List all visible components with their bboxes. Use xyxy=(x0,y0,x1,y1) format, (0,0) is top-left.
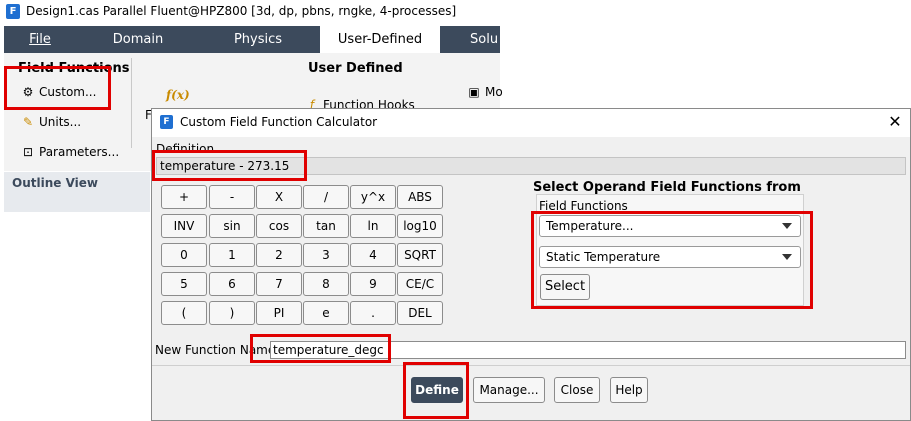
new-function-label: New Function Name xyxy=(155,343,276,357)
key-open-paren[interactable]: ( xyxy=(161,301,207,325)
key-minus[interactable]: - xyxy=(209,185,255,209)
key-power[interactable]: y^x xyxy=(350,185,396,209)
close-button[interactable]: Close xyxy=(554,377,600,403)
tab-user-defined[interactable]: User-Defined xyxy=(320,26,440,53)
tab-physics[interactable]: Physics xyxy=(208,26,308,53)
key-multiply[interactable]: X xyxy=(256,185,302,209)
category-dropdown[interactable]: Temperature... xyxy=(539,215,801,237)
models-icon: ▣ xyxy=(468,85,480,99)
ribbon-tab-bar: File Domain Physics User-Defined Solu xyxy=(4,26,500,53)
tab-solution[interactable]: Solu xyxy=(456,26,500,53)
key-0[interactable]: 0 xyxy=(161,243,207,267)
key-7[interactable]: 7 xyxy=(256,272,302,296)
key-5[interactable]: 5 xyxy=(161,272,207,296)
custom-button[interactable]: ⚙ Custom... xyxy=(20,79,97,105)
key-6[interactable]: 6 xyxy=(209,272,255,296)
parameters-icon: ⊡ xyxy=(22,145,34,159)
key-log10[interactable]: log10 xyxy=(397,214,443,238)
key-clear[interactable]: CE/C xyxy=(397,272,443,296)
field-value: Static Temperature xyxy=(546,250,661,264)
new-function-name-input[interactable]: temperature_degc xyxy=(270,341,906,359)
key-cos[interactable]: cos xyxy=(256,214,302,238)
definition-label: Definition xyxy=(156,142,215,156)
chevron-down-icon xyxy=(782,254,792,260)
key-2[interactable]: 2 xyxy=(256,243,302,267)
key-4[interactable]: 4 xyxy=(350,243,396,267)
key-plus[interactable]: + xyxy=(161,185,207,209)
dialog-separator xyxy=(152,365,910,366)
key-tan[interactable]: tan xyxy=(303,214,349,238)
key-divide[interactable]: / xyxy=(303,185,349,209)
key-pi[interactable]: PI xyxy=(256,301,302,325)
tab-file-label: File xyxy=(29,32,51,47)
define-button[interactable]: Define xyxy=(411,377,463,403)
units-button-label: Units... xyxy=(39,115,82,129)
key-abs[interactable]: ABS xyxy=(397,185,443,209)
chevron-down-icon xyxy=(782,223,792,229)
group-title-field-functions: Field Functions xyxy=(18,61,130,76)
gear-icon: ⚙ xyxy=(22,85,34,99)
ribbon-divider xyxy=(131,58,132,148)
pencil-icon: ✎ xyxy=(22,115,34,129)
fx-icon[interactable]: f(x) xyxy=(166,88,190,102)
key-3[interactable]: 3 xyxy=(303,243,349,267)
models-button-label: Mo xyxy=(485,85,503,99)
dialog-title: Custom Field Function Calculator xyxy=(180,115,378,129)
manage-button[interactable]: Manage... xyxy=(473,377,545,403)
window-title: Design1.cas Parallel Fluent@HPZ800 [3d, … xyxy=(26,4,457,18)
outline-view-title: Outline View xyxy=(12,176,98,190)
units-button[interactable]: ✎ Units... xyxy=(20,109,81,135)
field-functions-label: Field Functions xyxy=(539,199,628,213)
key-e[interactable]: e xyxy=(303,301,349,325)
key-sqrt[interactable]: SQRT xyxy=(397,243,443,267)
key-close-paren[interactable]: ) xyxy=(209,301,255,325)
key-ln[interactable]: ln xyxy=(350,214,396,238)
key-inv[interactable]: INV xyxy=(161,214,207,238)
field-dropdown[interactable]: Static Temperature xyxy=(539,246,801,268)
key-del[interactable]: DEL xyxy=(397,301,443,325)
operand-title: Select Operand Field Functions from xyxy=(533,180,801,195)
parameters-button-label: Parameters... xyxy=(39,145,120,159)
models-button[interactable]: ▣ Mo xyxy=(466,79,503,105)
tab-domain[interactable]: Domain xyxy=(88,26,188,53)
dialog-app-icon: F xyxy=(160,115,173,129)
key-8[interactable]: 8 xyxy=(303,272,349,296)
parameters-button[interactable]: ⊡ Parameters... xyxy=(20,139,119,165)
tab-file[interactable]: File xyxy=(12,26,68,53)
key-sin[interactable]: sin xyxy=(209,214,255,238)
fluent-app-icon: F xyxy=(6,4,20,19)
close-icon[interactable]: ✕ xyxy=(884,110,906,134)
group-title-user-defined: User Defined xyxy=(308,61,403,76)
key-9[interactable]: 9 xyxy=(350,272,396,296)
custom-button-label: Custom... xyxy=(39,85,97,99)
key-1[interactable]: 1 xyxy=(209,243,255,267)
select-button[interactable]: Select xyxy=(540,274,590,300)
key-decimal[interactable]: . xyxy=(350,301,396,325)
category-value: Temperature... xyxy=(546,219,634,233)
help-button[interactable]: Help xyxy=(610,377,648,403)
definition-field: temperature - 273.15 xyxy=(156,157,906,175)
